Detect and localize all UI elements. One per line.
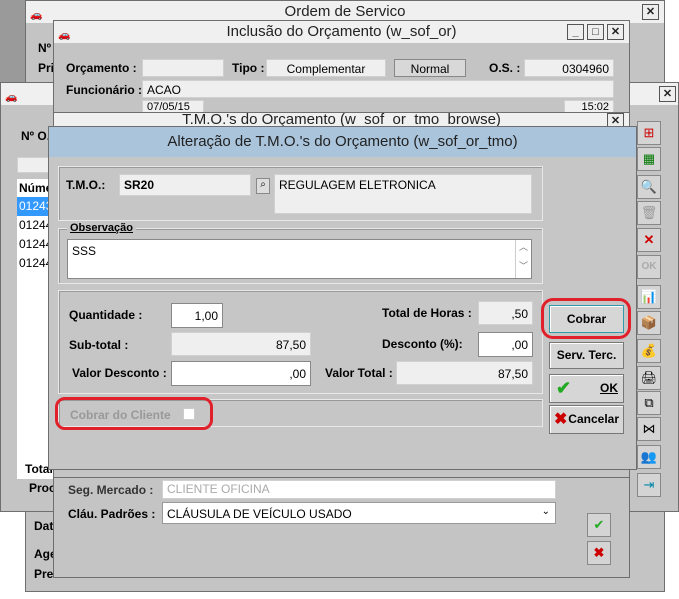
scroll-up-icon[interactable]: ︿: [516, 240, 531, 253]
cobrar-button[interactable]: Cobrar: [549, 305, 624, 333]
desconto-pct-field[interactable]: ,00: [478, 332, 533, 357]
orcamento-label: Orçamento :: [66, 61, 137, 75]
tipo-normal-option[interactable]: Normal: [394, 59, 466, 77]
ok-label: OK: [600, 381, 618, 395]
split-icon[interactable]: ⋈: [637, 417, 661, 441]
clau-padroes-value: CLÁUSULA DE VEÍCULO USADO: [167, 507, 352, 521]
subtotal-field: 87,50: [171, 332, 311, 356]
valor-total-label: Valor Total :: [325, 366, 393, 380]
label-pri: Pri: [38, 61, 55, 75]
ok-button[interactable]: ✔ OK: [549, 374, 624, 403]
close-button[interactable]: ✕: [607, 113, 624, 127]
save-icon[interactable]: ✔: [587, 513, 611, 537]
add-row-icon[interactable]: ⊞: [637, 121, 661, 145]
cancel-x-icon[interactable]: ✖: [587, 541, 611, 565]
label-dat: Dat: [34, 519, 54, 533]
desktop: [0, 0, 25, 82]
printer-icon[interactable]: 🖨: [637, 366, 661, 390]
close-button[interactable]: ✕: [607, 24, 624, 40]
minimize-button[interactable]: _: [567, 24, 584, 40]
close-button[interactable]: ✕: [642, 4, 659, 20]
window-title: Inclusão do Orçamento (w_sof_or): [226, 23, 457, 40]
chevron-down-icon: ⌄: [541, 506, 550, 517]
tmo-description-field: REGULAGEM ELETRONICA: [274, 174, 532, 214]
tipo-label: Tipo :: [232, 61, 265, 75]
desconto-pct-label: Desconto (%):: [382, 337, 463, 351]
quantidade-label: Quantidade :: [69, 308, 143, 322]
cobrar-cliente-label: Cobrar do Cliente: [70, 408, 171, 422]
tipo-complementar-option[interactable]: Complementar: [266, 59, 386, 77]
funcionario-field[interactable]: ACAO: [142, 80, 614, 98]
window-title: Ordem de Servico: [284, 3, 406, 20]
seg-mercado-label: Seg. Mercado :: [68, 483, 154, 497]
scroll-down-icon[interactable]: ﹀: [516, 259, 531, 272]
dialog-title: Alteração de T.M.O.'s do Orçamento (w_so…: [167, 133, 518, 150]
os-field[interactable]: 0304960: [524, 59, 614, 77]
clau-padroes-label: Cláu. Padrões :: [68, 507, 156, 521]
window-title: T.M.O.'s do Orçamento (w_sof_or_tmo_brow…: [182, 113, 501, 127]
edit-grid-icon[interactable]: ▦: [637, 147, 661, 171]
valor-desconto-field[interactable]: ,00: [171, 361, 311, 386]
preview-icon[interactable]: 🔍: [637, 175, 661, 199]
seg-mercado-select[interactable]: CLIENTE OFICINA: [162, 480, 556, 499]
observacao-textarea[interactable]: SSS ︿ ﹀: [67, 239, 532, 279]
ok-disabled-icon[interactable]: OK: [637, 255, 661, 279]
os-label: O.S. :: [489, 61, 521, 75]
label-no: Nº: [38, 41, 52, 55]
cancelar-label: Cancelar: [568, 412, 619, 426]
close-button[interactable]: ✕: [659, 86, 676, 102]
proc-label: Proc: [29, 481, 56, 495]
title-bar: Alteração de T.M.O.'s do Orçamento (w_so…: [49, 127, 636, 157]
cancelar-button[interactable]: ✖ Cancelar: [549, 405, 624, 434]
cobrar-cliente-checkbox[interactable]: [183, 408, 195, 420]
observacao-value: SSS: [72, 244, 97, 258]
serv-terc-button[interactable]: Serv. Terc.: [549, 342, 624, 369]
box-icon[interactable]: 📦: [637, 311, 661, 335]
exit-door-icon[interactable]: ⇥: [637, 473, 661, 497]
checkmark-icon: ✔: [556, 378, 572, 398]
people-icon[interactable]: 👥: [637, 445, 661, 469]
alteracao-tmo-dialog: Alteração de T.M.O.'s do Orçamento (w_so…: [48, 126, 637, 470]
lookup-icon[interactable]: ⌕: [256, 178, 270, 194]
funcionario-label: Funcionário :: [66, 83, 142, 97]
tmo-label: T.M.O.:: [66, 178, 106, 192]
money-bag-icon[interactable]: 💰: [637, 339, 661, 363]
tmo-code-field[interactable]: SR20: [119, 174, 251, 196]
valor-total-field: 87,50: [396, 361, 533, 385]
red-x-icon: ✖: [554, 411, 568, 428]
orcamento-field[interactable]: [142, 59, 224, 77]
trash-icon[interactable]: 🗑: [637, 201, 661, 225]
total-horas-field: ,50: [478, 301, 533, 325]
delete-x-icon[interactable]: ✕: [637, 228, 661, 252]
windows-icon[interactable]: ⧉: [637, 391, 661, 415]
chart-icon[interactable]: 📊: [637, 285, 661, 309]
car-icon: 🚗: [58, 30, 71, 41]
scrollbar[interactable]: ︿ ﹀: [515, 240, 531, 278]
quantidade-field[interactable]: 1,00: [171, 303, 223, 328]
maximize-button[interactable]: □: [587, 24, 604, 40]
car-icon: 🚗: [30, 10, 43, 21]
total-horas-label: Total de Horas :: [382, 306, 472, 320]
no-os-label: Nº O.: [21, 129, 51, 143]
subtotal-label: Sub-total :: [69, 338, 129, 352]
clau-padroes-select[interactable]: CLÁUSULA DE VEÍCULO USADO ⌄: [162, 502, 556, 524]
observacao-label: Observação: [67, 222, 136, 234]
label-pre: Pre: [34, 567, 54, 581]
car-icon: 🚗: [5, 92, 18, 103]
title-bar: 🚗 Inclusão do Orçamento (w_sof_or) _ □ ✕: [54, 21, 629, 43]
title-bar: T.M.O.'s do Orçamento (w_sof_or_tmo_brow…: [54, 113, 629, 127]
valor-desconto-label: Valor Desconto :: [72, 366, 167, 380]
